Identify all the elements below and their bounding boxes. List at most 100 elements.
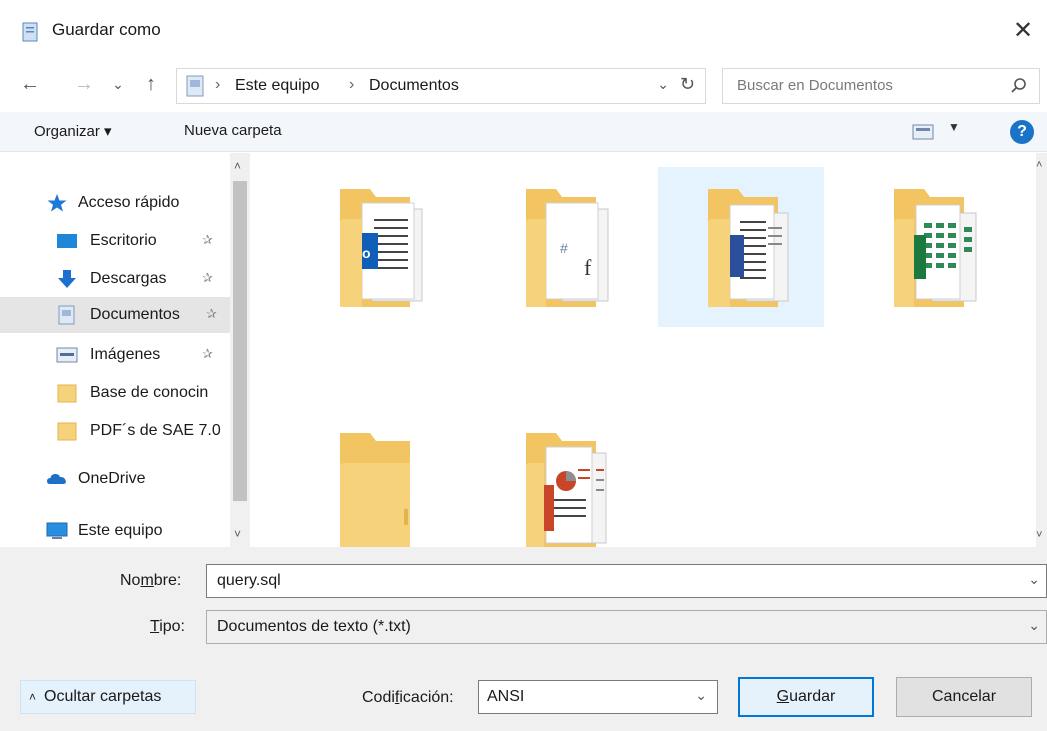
back-button[interactable]: ← bbox=[18, 72, 42, 96]
command-bar: Organizar ▾ Nueva carpeta ▼ ? bbox=[0, 112, 1047, 152]
view-dropdown-icon[interactable]: ▼ bbox=[948, 120, 960, 134]
close-button[interactable]: ✕ bbox=[1005, 12, 1041, 48]
arrow-left-icon: ← bbox=[20, 72, 40, 95]
filename-input[interactable]: query.sql ⌄ bbox=[206, 564, 1047, 598]
chevron-down-icon[interactable]: ⌄ bbox=[1028, 571, 1040, 588]
folder-item[interactable] bbox=[290, 403, 456, 547]
sidebar-item-label: OneDrive bbox=[78, 470, 146, 487]
breadcrumb-separator: › bbox=[349, 76, 355, 93]
scroll-down-icon[interactable]: ˅ bbox=[234, 527, 241, 541]
documents-icon bbox=[58, 305, 75, 325]
folder-powerpoint-icon bbox=[526, 433, 607, 547]
sidebar-item-este-equipo[interactable]: Este equipo bbox=[0, 513, 230, 547]
filetype-label: Tipo: bbox=[150, 618, 185, 635]
sidebar-item-imagenes[interactable]: Imágenes ✰ bbox=[0, 337, 230, 373]
desktop-icon bbox=[57, 234, 77, 248]
sidebar-item-label: Imágenes bbox=[90, 346, 161, 363]
close-icon: ✕ bbox=[1012, 16, 1034, 44]
documents-location-icon bbox=[186, 75, 204, 97]
cancel-button[interactable]: Cancelar bbox=[896, 677, 1032, 717]
sidebar-item-label: Acceso rápido bbox=[78, 194, 180, 211]
sidebar-item-label: PDF´s de SAE 7.0 bbox=[90, 422, 221, 439]
folder-icon bbox=[57, 384, 77, 403]
sidebar-item-pdfs-sae[interactable]: PDF´s de SAE 7.0 bbox=[0, 413, 230, 449]
breadcrumb-documentos[interactable]: Documentos bbox=[369, 77, 459, 95]
folder-item[interactable]: o bbox=[290, 167, 456, 327]
filetype-select[interactable]: Documentos de texto (*.txt) ⌄ bbox=[206, 610, 1047, 644]
search-icon bbox=[1011, 78, 1026, 93]
sidebar-item-label: Documentos bbox=[90, 306, 180, 323]
sidebar-item-label: Base de conocin bbox=[90, 384, 209, 401]
sidebar-item-acceso-rapido[interactable]: Acceso rápido bbox=[0, 185, 230, 221]
new-folder-button[interactable]: Nueva carpeta bbox=[184, 122, 282, 139]
scroll-up-icon[interactable]: ˄ bbox=[1036, 159, 1042, 171]
arrow-right-icon: → bbox=[74, 72, 94, 95]
filename-label: Nombre: bbox=[120, 572, 182, 589]
sidebar-item-documentos[interactable]: Documentos ✰ bbox=[0, 297, 230, 333]
star-icon bbox=[47, 194, 67, 212]
hide-folders-button[interactable]: ˄ Ocultar carpetas bbox=[20, 680, 196, 714]
help-button[interactable]: ? bbox=[1010, 120, 1034, 144]
pin-icon: ✰ bbox=[202, 346, 213, 361]
sidebar-item-descargas[interactable]: Descargas ✰ bbox=[0, 261, 230, 297]
window-title: Guardar como bbox=[52, 20, 161, 39]
scroll-down-icon[interactable]: ˅ bbox=[1036, 529, 1042, 541]
download-icon bbox=[58, 270, 76, 288]
chevron-down-icon[interactable]: ⌄ bbox=[1028, 617, 1040, 634]
hide-folders-label: Ocultar carpetas bbox=[44, 688, 162, 705]
file-list: o f # bbox=[254, 153, 1036, 547]
save-form: Nombre: query.sql ⌄ Tipo: Documentos de … bbox=[0, 547, 1047, 731]
folder-excel-icon bbox=[894, 189, 977, 307]
chevron-up-icon: ˄ bbox=[29, 690, 37, 704]
folder-icon bbox=[57, 422, 77, 441]
address-bar[interactable]: › Este equipo › Documentos ⌄ ↻ bbox=[176, 68, 706, 104]
scroll-up-icon[interactable]: ˄ bbox=[234, 159, 241, 173]
view-icon[interactable] bbox=[912, 124, 934, 140]
up-button[interactable]: ↑ bbox=[140, 72, 162, 96]
navigation-pane: Acceso rápido Escritorio ✰ Descargas ✰ D… bbox=[0, 153, 250, 547]
folder-item[interactable]: f # bbox=[476, 167, 642, 327]
encoding-select[interactable]: ANSI ⌄ bbox=[478, 680, 718, 714]
computer-icon bbox=[46, 522, 68, 539]
search-placeholder: Buscar en Documentos bbox=[737, 77, 893, 94]
recent-locations-button[interactable]: ⌄ bbox=[110, 72, 126, 96]
save-button[interactable]: Guardar bbox=[738, 677, 874, 717]
refresh-icon[interactable]: ↻ bbox=[680, 74, 695, 95]
sidebar-item-escritorio[interactable]: Escritorio ✰ bbox=[0, 223, 230, 259]
forward-button[interactable]: → bbox=[74, 72, 94, 96]
document-icon bbox=[22, 22, 38, 42]
folder-item[interactable] bbox=[476, 403, 642, 547]
folder-empty-icon bbox=[340, 433, 410, 547]
pin-icon: ✰ bbox=[202, 270, 213, 285]
cloud-icon bbox=[47, 474, 66, 484]
filename-value: query.sql bbox=[217, 572, 281, 589]
address-dropdown-icon[interactable]: ⌄ bbox=[657, 76, 669, 93]
folder-outlook-icon: o bbox=[340, 189, 423, 307]
sidebar-item-label: Escritorio bbox=[90, 232, 157, 249]
encoding-label: Codificación: bbox=[362, 689, 454, 706]
folder-word-icon bbox=[708, 189, 789, 307]
breadcrumb-separator: › bbox=[215, 76, 221, 93]
svg-text:o: o bbox=[362, 245, 371, 261]
title-bar: Guardar como ✕ bbox=[0, 0, 1047, 62]
pin-icon: ✰ bbox=[206, 306, 217, 321]
search-input[interactable]: Buscar en Documentos bbox=[722, 68, 1040, 104]
navigation-bar: ← → ⌄ ↑ › Este equipo › Documentos ⌄ ↻ B… bbox=[0, 62, 1047, 108]
chevron-down-icon[interactable]: ⌄ bbox=[695, 687, 707, 704]
filetype-value: Documentos de texto (*.txt) bbox=[217, 618, 411, 635]
sidebar-item-onedrive[interactable]: OneDrive bbox=[0, 461, 230, 497]
chevron-down-icon: ⌄ bbox=[112, 75, 124, 92]
folder-files-icon: f # bbox=[526, 189, 609, 307]
folder-item[interactable] bbox=[844, 167, 1010, 327]
svg-text:#: # bbox=[560, 240, 568, 256]
folder-item-selected[interactable] bbox=[658, 167, 824, 327]
navigation-scrollbar[interactable]: ˄ ˅ bbox=[230, 153, 250, 547]
pictures-icon bbox=[56, 347, 78, 363]
scrollbar-thumb[interactable] bbox=[233, 181, 247, 501]
breadcrumb-este-equipo[interactable]: Este equipo bbox=[235, 77, 320, 95]
sidebar-item-label: Este equipo bbox=[78, 522, 163, 539]
file-list-scrollbar[interactable]: ˄ ˅ bbox=[1036, 153, 1047, 547]
organize-button[interactable]: Organizar ▾ bbox=[34, 122, 112, 140]
sidebar-item-base-de-conocimiento[interactable]: Base de conocin bbox=[0, 375, 230, 411]
svg-text:f: f bbox=[584, 255, 592, 280]
